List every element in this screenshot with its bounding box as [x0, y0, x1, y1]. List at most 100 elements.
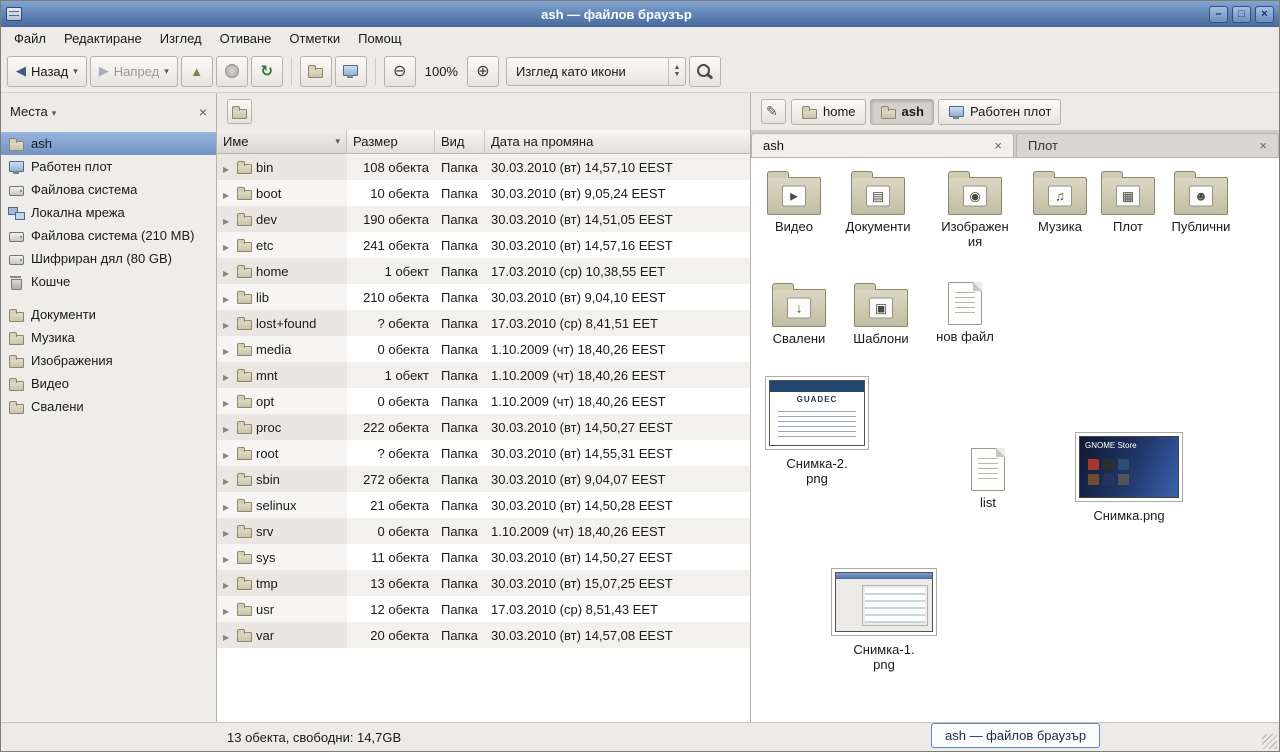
menu-item[interactable]: Отметки	[280, 28, 349, 49]
icon-view-item[interactable]: ♫ Музика	[1023, 170, 1097, 235]
menu-item[interactable]: Редактиране	[55, 28, 151, 49]
stop-button[interactable]	[216, 56, 248, 87]
expander-icon[interactable]	[223, 420, 233, 435]
icon-view-item[interactable]: ↓ Свалени	[759, 282, 839, 347]
place-item[interactable]: Кошче	[1, 270, 216, 293]
expander-icon[interactable]	[223, 576, 233, 591]
icon-view-item[interactable]: ▦ Плот	[1095, 170, 1161, 235]
icon-view-item[interactable]: ▤ Документи	[835, 170, 921, 235]
column-header[interactable]: Вид	[435, 130, 485, 154]
icon-view-item[interactable]: ▣ Шаблони	[841, 282, 921, 347]
expander-icon[interactable]	[223, 602, 233, 617]
table-row[interactable]: opt 0 обекта Папка 1.10.2009 (чт) 18,40,…	[217, 388, 750, 414]
expander-icon[interactable]	[223, 212, 233, 227]
column-header[interactable]: Дата на промяна	[485, 130, 750, 154]
expander-icon[interactable]	[223, 472, 233, 487]
sidebar-close-icon[interactable]: ×	[199, 105, 207, 119]
table-row[interactable]: var 20 обекта Папка 30.03.2010 (вт) 14,5…	[217, 622, 750, 648]
table-row[interactable]: lost+found ? обекта Папка 17.03.2010 (ср…	[217, 310, 750, 336]
table-row[interactable]: tmp 13 обекта Папка 30.03.2010 (вт) 15,0…	[217, 570, 750, 596]
table-row[interactable]: home 1 обект Папка 17.03.2010 (ср) 10,38…	[217, 258, 750, 284]
place-item[interactable]: Шифриран дял (80 GB)	[1, 247, 216, 270]
table-row[interactable]: mnt 1 обект Папка 1.10.2009 (чт) 18,40,2…	[217, 362, 750, 388]
icon-view-item[interactable]: Снимка-1. png	[829, 568, 939, 673]
back-dropdown-icon[interactable]: ▾	[73, 66, 78, 77]
expander-icon[interactable]	[223, 524, 233, 539]
place-item[interactable]: Локална мрежа	[1, 201, 216, 224]
table-row[interactable]: lib 210 обекта Папка 30.03.2010 (вт) 9,0…	[217, 284, 750, 310]
table-row[interactable]: bin 108 обекта Папка 30.03.2010 (вт) 14,…	[217, 154, 750, 180]
table-row[interactable]: usr 12 обекта Папка 17.03.2010 (ср) 8,51…	[217, 596, 750, 622]
root-location-button[interactable]	[227, 99, 252, 124]
tab-close-icon[interactable]: ×	[994, 138, 1002, 153]
icon-view-item[interactable]: ► Видео	[755, 170, 833, 235]
edit-location-button[interactable]	[761, 99, 786, 124]
table-row[interactable]: sbin 272 обекта Папка 30.03.2010 (вт) 9,…	[217, 466, 750, 492]
tab[interactable]: Плот ×	[1016, 133, 1279, 157]
minimize-button[interactable]: –	[1209, 6, 1228, 23]
breadcrumb-button[interactable]: Работен плот	[938, 99, 1061, 125]
search-button[interactable]	[689, 56, 721, 87]
column-header[interactable]: Име	[217, 130, 347, 154]
zoom-in-button[interactable]	[467, 56, 499, 87]
expander-icon[interactable]	[223, 368, 233, 383]
expander-icon[interactable]	[223, 238, 233, 253]
table-row[interactable]: media 0 обекта Папка 1.10.2009 (чт) 18,4…	[217, 336, 750, 362]
view-mode-select[interactable]: Изглед като икони ▲▼	[506, 57, 686, 86]
place-item[interactable]: Файлова система	[1, 178, 216, 201]
view-mode-stepper-icon[interactable]: ▲▼	[668, 58, 685, 85]
table-row[interactable]: boot 10 обекта Папка 30.03.2010 (вт) 9,0…	[217, 180, 750, 206]
tab[interactable]: ash ×	[751, 133, 1014, 157]
table-row[interactable]: sys 11 обекта Папка 30.03.2010 (вт) 14,5…	[217, 544, 750, 570]
expander-icon[interactable]	[223, 264, 233, 279]
table-row[interactable]: proc 222 обекта Папка 30.03.2010 (вт) 14…	[217, 414, 750, 440]
icon-view-item[interactable]: ◉ Изображен ия	[929, 170, 1021, 250]
expander-icon[interactable]	[223, 394, 233, 409]
breadcrumb-button[interactable]: home	[791, 99, 866, 125]
expander-icon[interactable]	[223, 550, 233, 565]
expander-icon[interactable]	[223, 160, 233, 175]
table-row[interactable]: dev 190 обекта Папка 30.03.2010 (вт) 14,…	[217, 206, 750, 232]
back-button[interactable]: Назад ▾	[7, 56, 87, 87]
place-item[interactable]: Изображения	[1, 349, 216, 372]
expander-icon[interactable]	[223, 186, 233, 201]
menu-item[interactable]: Изглед	[151, 28, 211, 49]
expander-icon[interactable]	[223, 498, 233, 513]
table-row[interactable]: srv 0 обекта Папка 1.10.2009 (чт) 18,40,…	[217, 518, 750, 544]
expander-icon[interactable]	[223, 316, 233, 331]
computer-button[interactable]	[335, 56, 367, 87]
icon-view-item[interactable]: GNOME Store Снимка.png	[1073, 432, 1185, 524]
zoom-out-button[interactable]	[384, 56, 416, 87]
table-row[interactable]: root ? обекта Папка 30.03.2010 (вт) 14,5…	[217, 440, 750, 466]
column-header[interactable]: Размер	[347, 130, 435, 154]
table-row[interactable]: selinux 21 обекта Папка 30.03.2010 (вт) …	[217, 492, 750, 518]
home-button[interactable]	[300, 56, 332, 87]
table-row[interactable]: etc 241 обекта Папка 30.03.2010 (вт) 14,…	[217, 232, 750, 258]
reload-button[interactable]	[251, 56, 283, 87]
icon-view-item[interactable]: GUADEC Снимка-2. png	[765, 376, 869, 487]
close-button[interactable]: ×	[1255, 6, 1274, 23]
icon-view-item[interactable]: list	[958, 448, 1018, 511]
breadcrumb-button[interactable]: ash	[870, 99, 934, 125]
place-item[interactable]: Свалени	[1, 395, 216, 418]
place-item[interactable]: Видео	[1, 372, 216, 395]
up-button[interactable]	[181, 56, 213, 87]
place-item[interactable]: Файлова система (210 MB)	[1, 224, 216, 247]
place-item[interactable]: Работен плот	[1, 155, 216, 178]
expander-icon[interactable]	[223, 446, 233, 461]
resize-grip[interactable]	[1262, 734, 1277, 749]
menu-item[interactable]: Отиване	[211, 28, 281, 49]
expander-icon[interactable]	[223, 628, 233, 643]
place-item[interactable]: Музика	[1, 326, 216, 349]
place-item[interactable]: ash	[1, 132, 216, 155]
tab-close-icon[interactable]: ×	[1259, 138, 1267, 153]
icon-view-item[interactable]: нов файл	[927, 282, 1003, 345]
sidebar-title-dropdown[interactable]: Места	[10, 104, 56, 119]
place-item[interactable]: Документи	[1, 303, 216, 326]
forward-button[interactable]: Напред ▾	[90, 56, 178, 87]
menu-item[interactable]: Помощ	[349, 28, 410, 49]
expander-icon[interactable]	[223, 342, 233, 357]
expander-icon[interactable]	[223, 290, 233, 305]
menu-item[interactable]: Файл	[5, 28, 55, 49]
maximize-button[interactable]: □	[1232, 6, 1251, 23]
